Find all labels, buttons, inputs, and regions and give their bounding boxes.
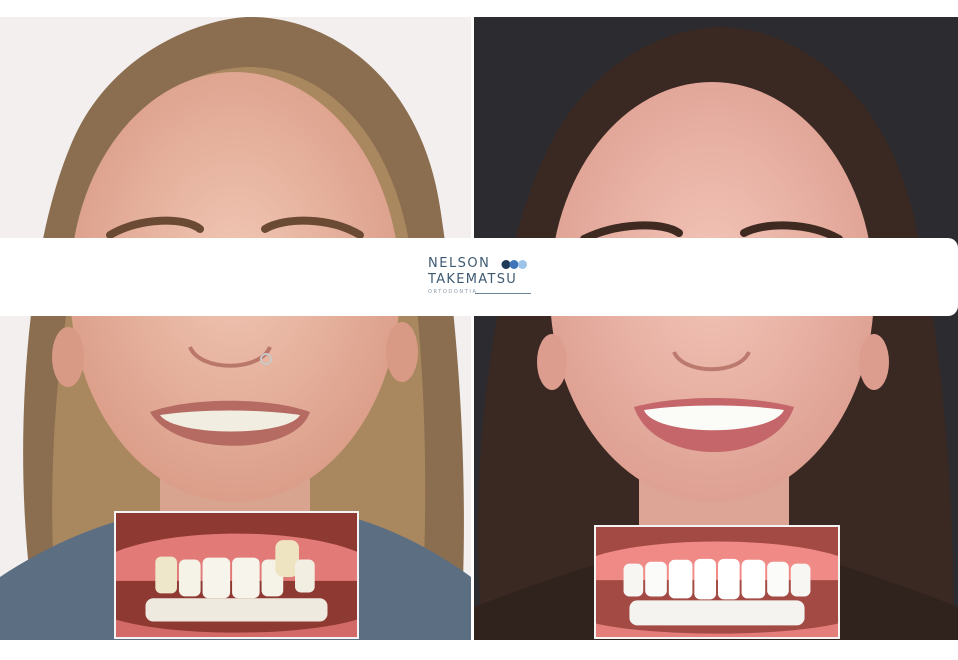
before-teeth-closeup <box>114 511 359 639</box>
before-photo <box>0 17 471 640</box>
after-teeth-closeup <box>594 525 840 639</box>
logo-line-3: ORTODONTIA <box>428 289 478 295</box>
logo-line-1: NELSON <box>428 256 491 271</box>
clinic-logo: NELSON TAKEMATSU ORTODONTIA <box>428 256 538 302</box>
logo-line-2: TAKEMATSU <box>428 272 518 287</box>
after-photo <box>474 17 958 640</box>
logo-divider <box>475 293 531 294</box>
logo-dots-icon <box>501 260 527 269</box>
